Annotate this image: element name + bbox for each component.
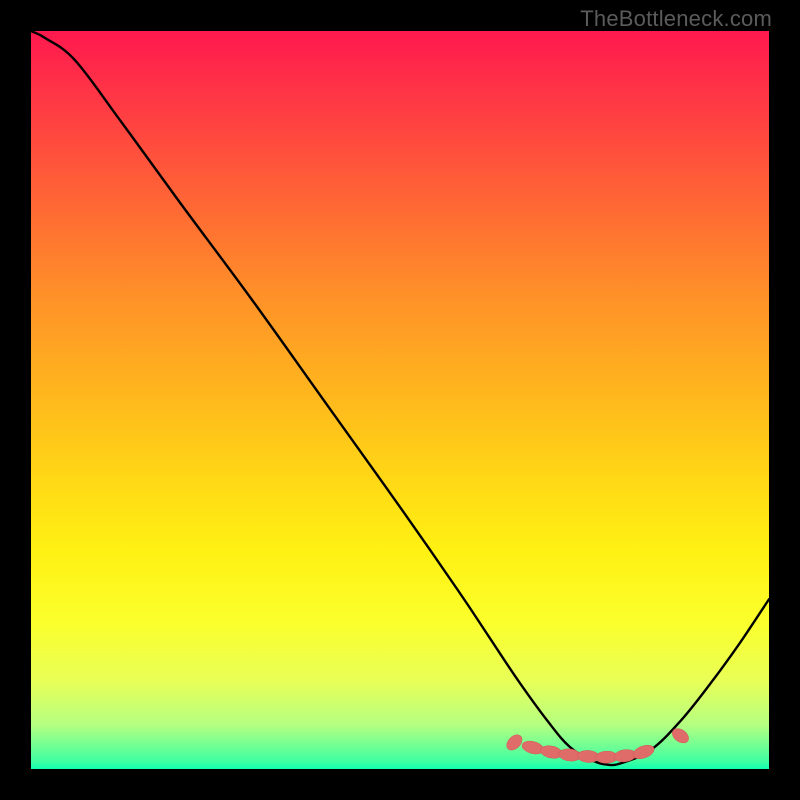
optimal-zone-dot <box>558 748 581 763</box>
optimal-zone-dot <box>631 743 656 762</box>
bottleneck-curve <box>31 31 769 765</box>
optimal-zone-dot <box>613 748 636 763</box>
optimal-zone-dot <box>504 732 525 753</box>
optimal-zone-dot <box>577 750 600 763</box>
optimal-zone-dot <box>596 751 618 763</box>
plot-area <box>31 31 769 769</box>
optimal-zone-dot <box>521 739 545 756</box>
watermark-text: TheBottleneck.com <box>580 6 772 32</box>
chart-svg <box>31 31 769 769</box>
optimal-zone-markers <box>504 726 691 764</box>
optimal-zone-dot <box>670 726 692 746</box>
chart-frame: TheBottleneck.com <box>0 0 800 800</box>
optimal-zone-dot <box>539 744 563 760</box>
